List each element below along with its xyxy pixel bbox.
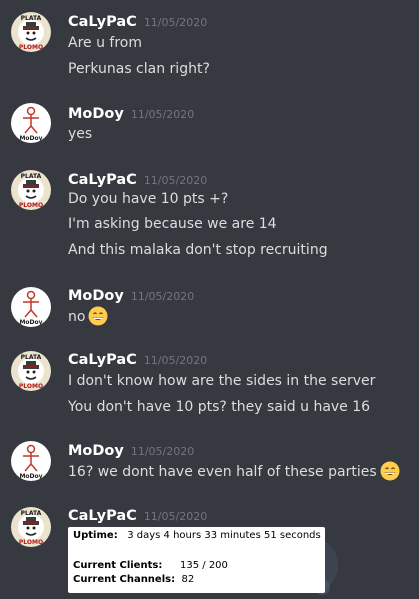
message-timestamp: 11/05/2020 [130,108,195,121]
message-text: Do you have 10 pts +? [68,191,229,207]
message-timestamp: 11/05/2020 [143,354,208,367]
grinning-face-emoji-icon [88,306,108,326]
message-timestamp: 11/05/2020 [130,290,195,303]
plata-o-plomo-avatar[interactable] [11,507,51,547]
clients-row: Current Clients: [73,560,162,571]
stick-figure-modoy-avatar[interactable] [11,103,51,143]
message-text: I'm asking because we are 14 [68,216,277,232]
message-text-content: no [68,309,86,325]
channels-value: 82 [181,574,195,585]
message-text: Are u from [68,35,142,51]
message-text: 16? we dont have even half of these part… [68,461,400,482]
message-text: no [68,306,108,327]
stick-figure-modoy-avatar[interactable] [11,441,51,481]
clients-value: 135 / 200 [180,560,228,571]
message-timestamp: 11/05/2020 [143,510,208,523]
message-text: You don't have 10 pts? they said u have … [68,399,371,415]
uptime-row: Uptime: 3 days 4 hours 33 minutes 51 sec… [73,530,321,541]
grinning-face-emoji-icon [380,461,400,481]
message-header: MoDoy 11/05/2020 [68,440,194,460]
message-text: And this malaka don't stop recruiting [68,242,328,258]
plata-o-plomo-avatar[interactable] [11,170,51,210]
author-name[interactable]: MoDoy [68,443,124,459]
message-header: MoDoy 11/05/2020 [68,285,194,305]
stick-figure-modoy-avatar[interactable] [11,287,51,327]
message-text: yes [68,126,93,142]
channels-label: Current Channels: [73,574,176,585]
message-header: CaLyPaC 11/05/2020 [68,505,207,525]
author-name[interactable]: MoDoy [68,288,124,304]
channels-row: Current Channels: 82 [73,574,194,585]
message-text: I don't know how are the sides in the se… [68,373,376,389]
author-name[interactable]: CaLyPaC [68,172,137,188]
server-stats-image[interactable]: Uptime: 3 days 4 hours 33 minutes 51 sec… [68,527,325,593]
uptime-label: Uptime: [73,530,118,541]
uptime-value: 3 days 4 hours 33 minutes 51 seconds [127,530,321,541]
plata-o-plomo-avatar[interactable] [11,12,51,52]
message-header: MoDoy 11/05/2020 [68,103,194,123]
author-name[interactable]: CaLyPaC [68,508,137,524]
message-text: Perkunas clan right? [68,61,210,77]
message-timestamp: 11/05/2020 [130,445,195,458]
author-name[interactable]: CaLyPaC [68,14,137,30]
message-text-content: 16? we dont have even half of these part… [68,464,377,480]
author-name[interactable]: CaLyPaC [68,352,137,368]
clients-label: Current Clients: [73,560,163,571]
author-name[interactable]: MoDoy [68,106,124,122]
message-header: CaLyPaC 11/05/2020 [68,11,207,31]
message-timestamp: 11/05/2020 [143,174,208,187]
message-header: CaLyPaC 11/05/2020 [68,169,207,189]
message-timestamp: 11/05/2020 [143,16,208,29]
plata-o-plomo-avatar[interactable] [11,351,51,391]
message-header: CaLyPaC 11/05/2020 [68,349,207,369]
